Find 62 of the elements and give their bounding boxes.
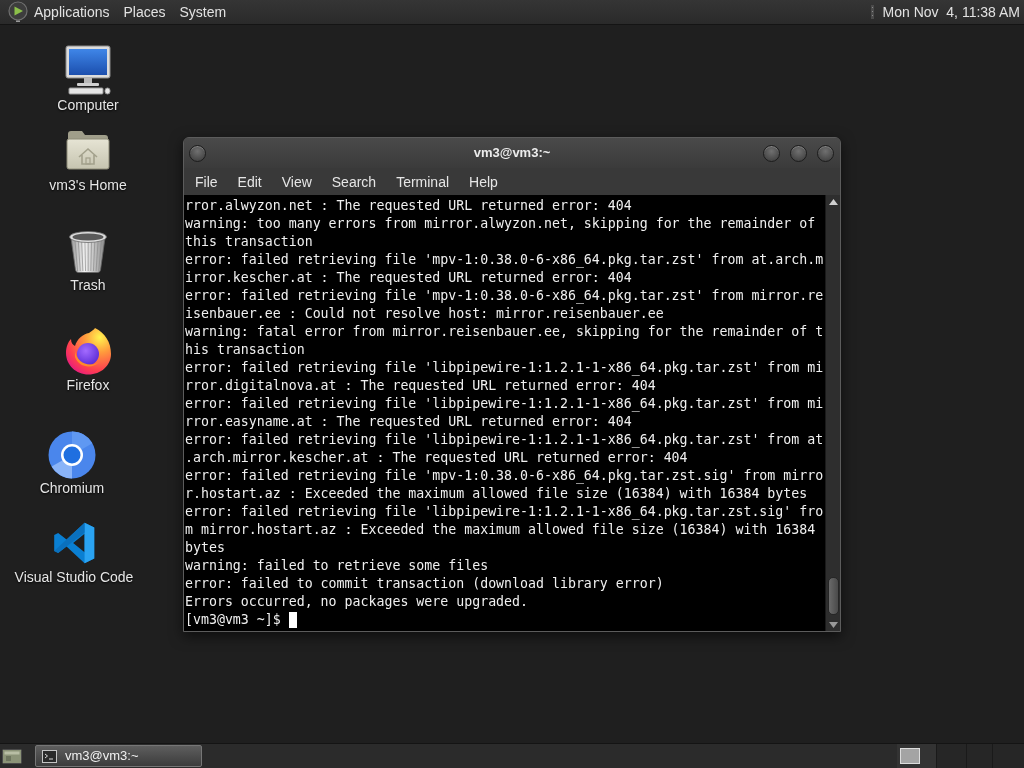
scroll-down-arrow-icon[interactable] [828, 622, 838, 628]
ribbon-logo-icon[interactable] [52, 521, 96, 565]
menu-item[interactable]: Edit [227, 172, 272, 191]
computer-monitor-icon[interactable] [64, 45, 112, 95]
terminal-line: his transaction [185, 341, 305, 359]
window-thumbnail [900, 748, 920, 764]
window-menu-button[interactable] [189, 144, 206, 162]
maximize-button[interactable] [790, 144, 807, 162]
close-button[interactable] [817, 144, 834, 162]
terminal-line: m mirror.hostart.az : Exceeded the maximum allowed file size (16384) with 16384 [185, 521, 816, 539]
terminal-icon [42, 749, 57, 763]
menu-item[interactable]: Applications [31, 3, 113, 21]
menu-item[interactable]: View [271, 172, 322, 191]
terminal-line: irror.kescher.at : The requested URL returned error: 404 [185, 269, 632, 287]
ring-logo-icon[interactable] [48, 431, 96, 479]
menu-item[interactable]: System [176, 3, 230, 21]
desktop-icon-label[interactable]: Firefox [66, 377, 110, 393]
desktop-icon-label[interactable]: vm3's Home [49, 177, 127, 193]
text-cursor-icon [288, 612, 297, 628]
scroll-up-arrow-icon[interactable] [828, 199, 838, 205]
terminal-line: this transaction [185, 233, 313, 251]
desktop-icon-label[interactable]: Chromium [39, 480, 105, 496]
terminal-line: rror.easyname.at : The requested URL returned error: 404 [185, 413, 632, 431]
terminal-line: warning: fatal error from mirror.reisenbauer.ee, skipping for the remainder of t [185, 323, 824, 341]
terminal-line: r.hostart.az : Exceeded the maximum allowed file size (16384) with 16384 bytes [185, 485, 808, 503]
trash-can-icon[interactable] [68, 230, 108, 273]
terminal-line: warning: too many errors from mirror.alwyzon.net, skipping for the remainder of [185, 215, 816, 233]
window-title: vm3@vm3:~ [473, 144, 551, 163]
menu-item[interactable]: Help [459, 172, 508, 191]
menu-item[interactable]: Places [120, 3, 169, 21]
desktop-icon-label[interactable]: Computer [57, 97, 119, 113]
terminal-line: error: failed retrieving file 'libpipewire-1:1.2.1-1-x86_64.pkg.tar.zst' from at [185, 431, 824, 449]
show-desktop-icon[interactable] [2, 747, 22, 765]
menu-item[interactable]: Search [321, 172, 387, 191]
menu-item[interactable]: File [185, 172, 228, 191]
terminal-line: error: failed retrieving file 'libpipewire-1:1.2.1-1-x86_64.pkg.tar.zst' from mi [185, 359, 824, 377]
clock[interactable]: Mon Nov 4, 11:38 AM [882, 3, 1020, 21]
workspace-switcher[interactable] [897, 744, 1024, 768]
terminal-line: error: failed retrieving file 'libpipewire-1:1.2.1-1-x86_64.pkg.tar.zst' from mi [185, 395, 824, 413]
terminal-line: error: failed retrieving file 'mpv-1:0.38.0-6-x86_64.pkg.tar.zst' from at.arch.m [185, 251, 824, 269]
terminal-line: bytes [185, 539, 225, 557]
scrollbar[interactable] [825, 195, 840, 631]
terminal-line: rror.alwyzon.net : The requested URL returned error: 404 [185, 197, 632, 215]
terminal-line: rror.digitalnova.at : The requested URL returned error: 404 [185, 377, 656, 395]
desktop-icon-label[interactable]: Visual Studio Code [14, 569, 134, 585]
terminal-line: error: failed retrieving file 'mpv-1:0.38.0-6-x86_64.pkg.tar.zst.sig' from mirro [185, 467, 824, 485]
terminal-line: warning: failed to retrieve some files [185, 557, 489, 575]
flame-globe-logo-icon[interactable] [64, 327, 112, 375]
terminal-line: error: failed retrieving file 'mpv-1:0.38.0-6-x86_64.pkg.tar.zst' from mirror.re [185, 287, 824, 305]
terminal-line: error: failed to commit transaction (download library error) [185, 575, 664, 593]
terminal-line: .arch.mirror.kescher.at : The requested URL returned error: 404 [185, 449, 688, 467]
terminal-line: isenbauer.ee : Could not resolve host: mirror.reisenbauer.ee [185, 305, 664, 323]
desktop-icon-label[interactable]: Trash [70, 277, 106, 293]
panel-logo-icon[interactable] [7, 1, 29, 23]
taskbar-button[interactable]: vm3@vm3:~ [35, 745, 202, 767]
terminal-line: error: failed retrieving file 'libpipewire-1:1.2.1-1-x86_64.pkg.tar.zst.sig' fro [185, 503, 824, 521]
scrollbar-thumb[interactable] [827, 577, 839, 615]
terminal-line: Errors occurred, no packages were upgraded. [185, 593, 529, 611]
home-folder-icon[interactable] [66, 130, 110, 170]
minimize-button[interactable] [763, 144, 780, 162]
menu-item[interactable]: Terminal [386, 172, 460, 191]
terminal-prompt: [vm3@vm3 ~]$ [185, 611, 281, 629]
